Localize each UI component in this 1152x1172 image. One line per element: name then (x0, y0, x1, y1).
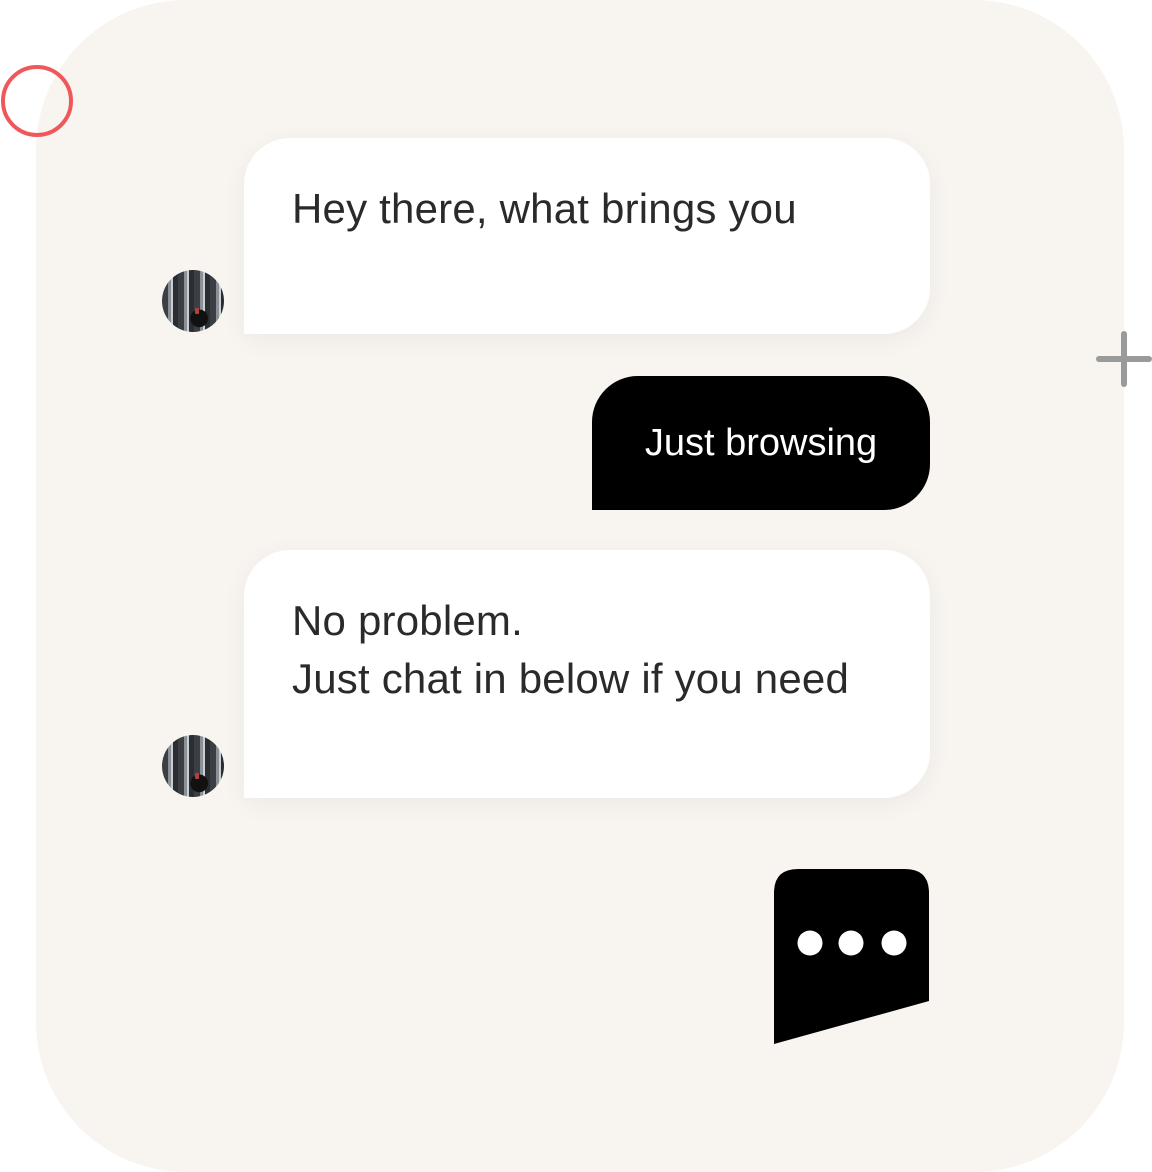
chat-widget-stage: Hey there, what brings you Just browsing… (0, 0, 1152, 1172)
agent-avatar (162, 270, 224, 332)
chat-bubble-dots-icon (774, 869, 929, 1044)
message-text: Hey there, what brings you (292, 185, 797, 232)
user-message-bubble: Just browsing (592, 376, 930, 510)
agent-message-bubble: Hey there, what brings you (244, 138, 930, 334)
message-text: Just chat in below if you need (292, 655, 850, 702)
agent-avatar (162, 735, 224, 797)
message-text: No problem. (292, 597, 523, 644)
message-text: Just browsing (644, 422, 878, 464)
circle-outline-icon (1, 65, 73, 137)
chat-launcher-button[interactable] (774, 869, 929, 1044)
plus-icon (1096, 331, 1152, 387)
agent-message-bubble: No problem. Just chat in below if you ne… (244, 550, 930, 798)
